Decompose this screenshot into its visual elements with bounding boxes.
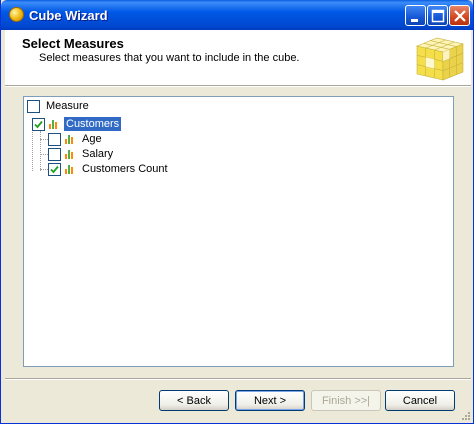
customers-checkbox[interactable] — [32, 117, 45, 131]
wizard-window: Cube Wizard Select Measures Select measu… — [0, 0, 474, 424]
tree-item-salary[interactable]: Salary — [48, 146, 115, 162]
cube-graphic-icon — [415, 37, 465, 81]
check-icon — [50, 165, 59, 173]
tree-connector — [40, 131, 41, 171]
page-title: Select Measures — [22, 36, 124, 51]
tree-connector — [40, 139, 48, 140]
tree-item-label: Customers Count — [82, 163, 168, 175]
tree-item-label: Measure — [46, 100, 89, 112]
tree-connector — [40, 169, 48, 170]
tree-item-label: Age — [82, 133, 102, 145]
cube-app-icon — [9, 7, 24, 22]
measure-icon — [65, 134, 76, 145]
cancel-button[interactable]: Cancel — [385, 390, 455, 411]
back-button[interactable]: < Back — [159, 390, 229, 411]
measures-tree[interactable]: Measure Customers Age Salary Customers C… — [23, 96, 454, 367]
close-button[interactable] — [449, 5, 470, 26]
tree-item-customers-count[interactable]: Customers Count — [48, 161, 170, 177]
page-subtitle: Select measures that you want to include… — [39, 52, 300, 64]
tree-connector — [32, 126, 33, 171]
measure-icon — [65, 149, 76, 160]
measure-checkbox[interactable] — [27, 99, 40, 113]
maximize-button[interactable] — [427, 5, 448, 26]
header-divider — [5, 85, 471, 87]
close-icon — [454, 10, 466, 22]
customers-count-checkbox[interactable] — [48, 162, 61, 176]
age-checkbox[interactable] — [48, 132, 61, 146]
minimize-button[interactable] — [405, 5, 426, 26]
check-icon — [34, 120, 43, 128]
wizard-header: Select Measures Select measures that you… — [5, 30, 471, 85]
tree-group-customers[interactable]: Customers — [32, 116, 122, 132]
title-bar[interactable]: Cube Wizard — [1, 0, 473, 30]
next-button[interactable]: Next > — [235, 390, 305, 411]
tree-item-label: Salary — [82, 148, 114, 160]
tree-item-age[interactable]: Age — [48, 131, 104, 147]
footer-divider — [5, 378, 471, 380]
window-title: Cube Wizard — [29, 8, 108, 23]
minimize-icon — [411, 19, 418, 22]
measure-group-icon — [49, 119, 60, 130]
tree-item-label: Customers — [64, 117, 122, 131]
tree-connector — [40, 154, 48, 155]
salary-checkbox[interactable] — [48, 147, 61, 161]
tree-root-measure[interactable]: Measure — [27, 98, 91, 114]
measure-icon — [65, 164, 76, 175]
finish-button[interactable]: Finish >>| — [311, 390, 381, 411]
resize-grip-icon[interactable] — [460, 410, 471, 421]
maximize-icon — [431, 9, 445, 23]
